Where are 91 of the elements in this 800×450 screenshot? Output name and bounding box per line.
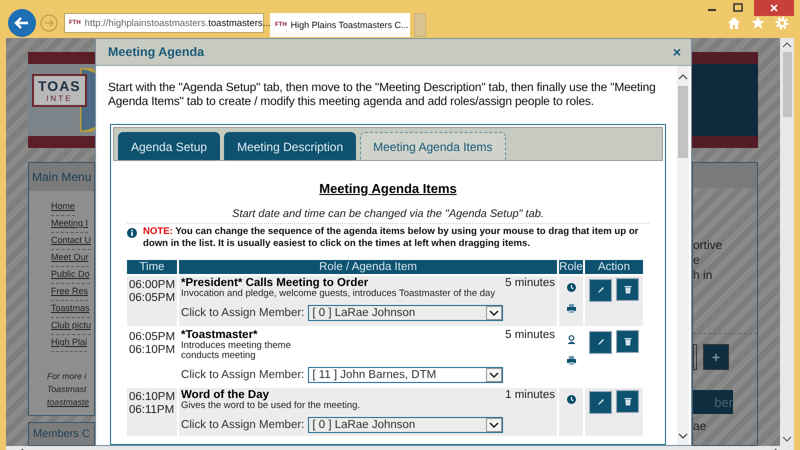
column-header: Role / Agenda Item xyxy=(179,260,557,274)
scroll-thumb[interactable] xyxy=(782,52,792,117)
caret-icon xyxy=(486,368,502,382)
item-description: Gives the word to be used for the meeting. xyxy=(181,401,362,411)
item-title: *Toastmaster* xyxy=(181,329,258,341)
member-select[interactable]: [ 0 ] LaRae Johnson xyxy=(308,305,504,321)
item-title: *President* Calls Meeting to Order xyxy=(181,277,368,289)
menu-title: Main Menu xyxy=(29,163,94,191)
time-cell-text: 06:05PM 06:10PM xyxy=(128,330,176,358)
member-select[interactable]: [ 11 ] John Barnes, DTM xyxy=(308,367,504,383)
caret-icon xyxy=(486,418,502,432)
tab[interactable]: Meeting Agenda Items xyxy=(360,132,506,160)
dialog-title: Meeting Agenda xyxy=(108,45,206,59)
edit-button[interactable] xyxy=(589,278,612,302)
menu-link[interactable]: Contact U xyxy=(51,233,92,250)
globe-icon xyxy=(80,68,95,132)
menu-link[interactable]: Toastmas xyxy=(51,301,90,318)
tab-title: High Plains Toastmasters C... xyxy=(290,20,409,30)
duration: 5 minutes xyxy=(505,277,555,289)
pencil-icon xyxy=(596,286,604,294)
star-icon[interactable] xyxy=(751,16,765,30)
menu-link[interactable]: Meet Our xyxy=(51,250,89,267)
tab[interactable]: Agenda Setup xyxy=(118,132,220,160)
back-icon[interactable] xyxy=(8,9,36,37)
add-button[interactable]: + xyxy=(703,344,729,370)
person-icon[interactable] xyxy=(566,335,576,344)
close-button[interactable]: × xyxy=(670,44,683,60)
maximize-icon[interactable] xyxy=(732,3,744,13)
menu-link[interactable]: Meeting I xyxy=(51,216,88,233)
time-cell: 06:10PM 06:11PM xyxy=(127,388,178,436)
info-text: For more i xyxy=(47,370,86,383)
trash-icon xyxy=(624,397,632,406)
scroll-up-icon[interactable] xyxy=(782,42,792,48)
page-scrollbar[interactable] xyxy=(780,38,794,446)
pencil-icon xyxy=(596,398,604,406)
item-description: Introduces meeting theme xyxy=(181,341,292,351)
members-title: Members C xyxy=(28,422,95,446)
panel-header xyxy=(693,163,757,188)
note-text: NOTE: You can change the sequence of the agenda items below by using your mouse to drag that item up or down in the list. It is usually easiest to click on the times at left when dragging items. xyxy=(143,226,640,250)
dialog-scrollbar[interactable] xyxy=(677,66,689,445)
column-header: Role xyxy=(559,260,583,274)
panel-text: h in xyxy=(693,268,714,283)
item-description: Invocation and pledge, welcome guests, introduces Toastmaster of the day xyxy=(181,289,496,299)
panel-text: ortive xyxy=(693,238,724,253)
item-description: conducts meeting xyxy=(181,351,256,361)
logo-text: TOAS xyxy=(38,78,81,94)
delete-button[interactable] xyxy=(616,330,639,353)
logo-text: INTE xyxy=(46,94,72,103)
menu-link[interactable]: Club pictu xyxy=(51,318,92,335)
assign-label: Click to Assign Member: xyxy=(181,419,304,431)
scroll-down-icon[interactable] xyxy=(782,436,792,442)
edit-button[interactable] xyxy=(589,330,612,354)
scroll-down-icon[interactable] xyxy=(678,433,688,439)
edit-button[interactable] xyxy=(589,390,612,414)
panel-field[interactable] xyxy=(693,344,697,370)
assign-label: Click to Assign Member: xyxy=(181,307,304,319)
pencil-icon xyxy=(596,338,604,346)
trash-icon xyxy=(624,285,632,294)
assign-label: Click to Assign Member: xyxy=(181,369,304,381)
caret-icon xyxy=(486,306,502,320)
menu-link[interactable]: Home xyxy=(51,199,76,216)
printer-icon[interactable] xyxy=(566,356,576,365)
info-text: Toastmast xyxy=(47,383,86,396)
date-note: Start date and time can be changed via the "Agenda Setup" tab. xyxy=(127,208,649,224)
panel-text: e xyxy=(693,253,701,268)
intro-text: Start with the "Agenda Setup" tab, then move to the "Meeting Description" tab, then finally use the "Meeting Agenda Items" tab to create / modify this meeting agenda and add roles/assign people to roles. xyxy=(108,80,657,108)
close-window-button[interactable] xyxy=(754,0,794,16)
menu-link[interactable]: Public Do xyxy=(51,267,90,284)
member-select[interactable]: [ 0 ] LaRae Johnson xyxy=(308,417,504,433)
scroll-up-icon[interactable] xyxy=(678,74,688,80)
column-header: Time xyxy=(127,260,178,274)
item-title: Word of the Day xyxy=(181,389,269,401)
menu-link[interactable]: Free Res xyxy=(51,284,88,301)
scroll-thumb[interactable] xyxy=(678,86,688,158)
panel-text: ae xyxy=(693,419,708,433)
column-header: Action xyxy=(585,260,643,274)
tab[interactable]: Meeting Description xyxy=(224,132,356,160)
section-heading: Meeting Agenda Items xyxy=(318,181,458,196)
clock-icon[interactable] xyxy=(566,283,576,292)
delete-button[interactable] xyxy=(616,390,639,413)
delete-button[interactable] xyxy=(616,278,639,301)
time-cell: 06:00PM 06:05PM xyxy=(127,276,178,326)
info-icon xyxy=(127,228,137,238)
close-icon xyxy=(769,3,779,13)
trash-icon xyxy=(624,337,632,346)
duration: 5 minutes xyxy=(505,329,555,341)
printer-icon[interactable] xyxy=(566,304,576,313)
info-text: toastmaste xyxy=(47,396,90,409)
menu-link[interactable]: High Plai xyxy=(51,335,88,352)
clock-icon[interactable] xyxy=(566,395,576,404)
duration: 1 minutes xyxy=(505,389,555,401)
